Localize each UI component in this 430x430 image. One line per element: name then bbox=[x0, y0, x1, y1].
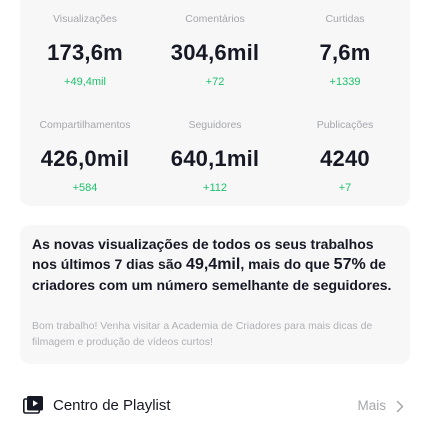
stat-delta: +112 bbox=[203, 182, 227, 194]
playlist-title: Centro de Playlist bbox=[53, 397, 171, 414]
playlist-icon bbox=[23, 396, 43, 414]
stat-delta: +7 bbox=[338, 182, 352, 194]
stat-value: 7,6m bbox=[319, 40, 371, 65]
stat-value: 173,6m bbox=[47, 40, 123, 65]
insight-text: As novas visualizações de todos os seus … bbox=[32, 234, 400, 295]
stat-posts[interactable]: Publicações 4240 +7 bbox=[280, 118, 410, 195]
stat-delta: +49,4mil bbox=[64, 76, 106, 88]
stat-label: Curtidas bbox=[325, 13, 365, 25]
stat-label: Comentários bbox=[185, 13, 245, 25]
stat-label: Visualizações bbox=[52, 13, 117, 25]
stats-row-2: Compartilhamentos 426,0mil +584 Seguidor… bbox=[20, 118, 410, 195]
stat-value: 304,6mil bbox=[170, 40, 260, 65]
stat-value: 4240 bbox=[320, 146, 370, 171]
stat-comments[interactable]: Comentários 304,6mil +72 bbox=[150, 12, 280, 89]
insight-text-part: , mais do que bbox=[240, 256, 334, 272]
stats-card: Visualizações 173,6m +49,4mil Comentário… bbox=[20, 0, 410, 206]
stat-label: Seguidores bbox=[188, 119, 242, 131]
stat-followers[interactable]: Seguidores 640,1mil +112 bbox=[150, 118, 280, 195]
insight-views-highlight: 49,4mil bbox=[186, 256, 241, 273]
chevron-right-icon bbox=[396, 400, 404, 413]
stat-value: 640,1mil bbox=[170, 146, 260, 171]
stat-label: Publicações bbox=[316, 119, 374, 131]
stat-delta: +72 bbox=[205, 76, 225, 88]
insight-subtext: Bom trabalho! Venha visitar a Academia d… bbox=[32, 320, 373, 348]
insight-percent-highlight: 57% bbox=[333, 256, 366, 273]
stat-delta: +1339 bbox=[329, 76, 361, 88]
insight-card[interactable]: As novas visualizações de todos os seus … bbox=[20, 225, 410, 364]
stat-value: 426,0mil bbox=[40, 146, 130, 171]
stat-views[interactable]: Visualizações 173,6m +49,4mil bbox=[20, 12, 150, 89]
stat-delta: +584 bbox=[72, 182, 98, 194]
stat-likes[interactable]: Curtidas 7,6m +1339 bbox=[280, 12, 410, 89]
stat-shares[interactable]: Compartilhamentos 426,0mil +584 bbox=[20, 118, 150, 195]
stats-row-1: Visualizações 173,6m +49,4mil Comentário… bbox=[20, 12, 410, 89]
more-link[interactable]: Mais bbox=[357, 397, 386, 415]
stat-label: Compartilhamentos bbox=[39, 119, 131, 131]
playlist-center-row[interactable]: Centro de Playlist Mais bbox=[20, 392, 410, 422]
